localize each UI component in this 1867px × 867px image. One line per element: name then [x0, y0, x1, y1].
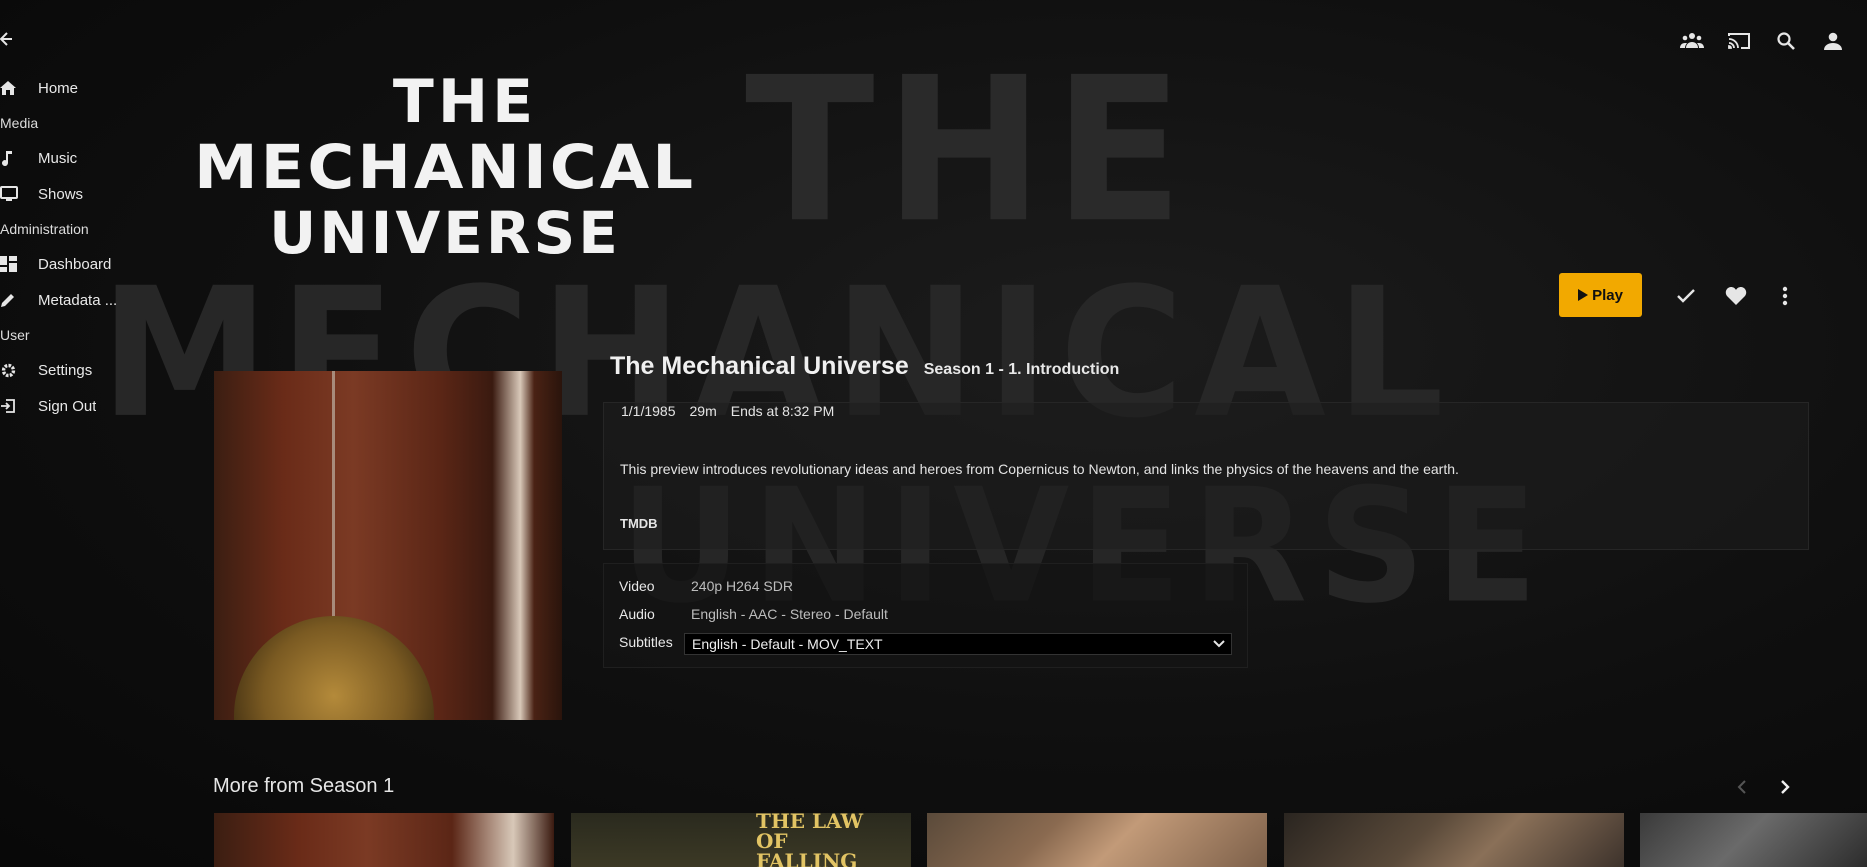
- sync-play-icon[interactable]: [1679, 28, 1704, 53]
- back-arrow-icon[interactable]: [0, 29, 18, 49]
- media-info-panel: Video 240p H264 SDR Audio English - AAC …: [603, 563, 1248, 668]
- title-row: The Mechanical Universe Season 1 - 1. In…: [610, 352, 1119, 381]
- episode-card[interactable]: [1640, 813, 1867, 867]
- home-icon: [0, 80, 38, 96]
- heart-icon[interactable]: [1724, 284, 1748, 308]
- card-art-line: FALLING: [756, 849, 858, 867]
- episode-card[interactable]: [927, 813, 1267, 867]
- subtitles-label: Subtitles: [619, 634, 673, 650]
- episode-card[interactable]: [214, 813, 554, 867]
- episode-thumbnail: [214, 371, 562, 720]
- logo-line3: UNIVERSE: [269, 199, 621, 267]
- ends-at: Ends at 8:32 PM: [730, 403, 835, 419]
- logo-line2: MECHANICAL: [193, 132, 697, 204]
- subtitles-selected-value: English - Default - MOV_TEXT: [692, 636, 883, 652]
- video-value: 240p H264 SDR: [691, 578, 793, 594]
- overview-text: This preview introduces revolutionary id…: [620, 461, 1459, 477]
- header-toolbar: [1679, 28, 1845, 53]
- sidebar-item-label: Sign Out: [38, 397, 97, 415]
- subtitles-select[interactable]: English - Default - MOV_TEXT: [684, 633, 1232, 655]
- play-button[interactable]: Play: [1559, 273, 1642, 317]
- sign-out-icon: [0, 398, 38, 414]
- meta-row: 1/1/1985 29m Ends at 8:32 PM: [621, 403, 834, 419]
- audio-row: Audio English - AAC - Stereo - Default: [619, 606, 888, 622]
- card-title-art: THE LAW OF FALLING: [756, 813, 863, 867]
- runtime: 29m: [689, 403, 717, 419]
- audio-value: English - AAC - Stereo - Default: [691, 606, 888, 622]
- backdrop-title-line1: THE: [745, 34, 1194, 267]
- dashboard-icon: [0, 256, 38, 272]
- provider-link[interactable]: TMDB: [620, 516, 658, 531]
- check-icon[interactable]: [1674, 284, 1698, 308]
- sidebar-item-label: Music: [38, 149, 78, 167]
- details-panel: 1/1/1985 29m Ends at 8:32 PM This previe…: [603, 402, 1809, 550]
- page-title[interactable]: The Mechanical Universe: [610, 352, 909, 381]
- sidebar-item-home[interactable]: Home: [0, 70, 130, 106]
- chevron-down-icon: [1213, 640, 1225, 648]
- card-art-line: OF: [756, 829, 788, 853]
- user-icon[interactable]: [1820, 28, 1845, 53]
- audio-label: Audio: [619, 606, 655, 622]
- sidebar-item-sign-out[interactable]: Sign Out: [0, 388, 130, 424]
- sidebar-item-settings[interactable]: Settings: [0, 352, 130, 388]
- sidebar-item-label: Home: [38, 79, 79, 97]
- episode-card[interactable]: THE LAW OF FALLING: [571, 813, 911, 867]
- sidebar-item-label: Settings: [38, 361, 93, 379]
- sidebar-section-user: User: [0, 327, 30, 343]
- more-from-season-heading[interactable]: More from Season 1: [213, 775, 394, 798]
- pendulum-bob: [234, 616, 434, 720]
- chevron-right-icon: [1781, 780, 1790, 794]
- episode-subtitle[interactable]: Season 1 - 1. Introduction: [924, 361, 1120, 379]
- subtitles-row: Subtitles: [619, 634, 691, 650]
- episode-card[interactable]: [1284, 813, 1624, 867]
- video-row: Video 240p H264 SDR: [619, 578, 793, 594]
- video-label: Video: [619, 578, 655, 594]
- tv-icon: [0, 186, 38, 202]
- scroll-right-button[interactable]: [1774, 776, 1796, 798]
- chevron-left-icon: [1737, 780, 1746, 794]
- sidebar-item-label: Shows: [38, 185, 84, 203]
- music-note-icon: [0, 150, 38, 166]
- pencil-icon: [0, 292, 38, 308]
- logo-line1: THE: [392, 67, 538, 137]
- sidebar-item-metadata[interactable]: Metadata ...: [0, 282, 130, 318]
- gear-icon: [0, 362, 38, 379]
- sidebar-section-media: Media: [0, 115, 39, 131]
- scroll-left-button[interactable]: [1731, 776, 1753, 798]
- search-icon[interactable]: [1773, 28, 1798, 53]
- cast-icon[interactable]: [1726, 28, 1751, 53]
- play-button-label: Play: [1592, 286, 1623, 304]
- premiere-date: 1/1/1985: [621, 403, 676, 419]
- sidebar-item-label: Metadata ...: [38, 291, 118, 309]
- more-vertical-icon[interactable]: [1773, 284, 1797, 308]
- series-logo: THE MECHANICAL UNIVERSE: [194, 72, 795, 262]
- play-icon: [1578, 289, 1589, 301]
